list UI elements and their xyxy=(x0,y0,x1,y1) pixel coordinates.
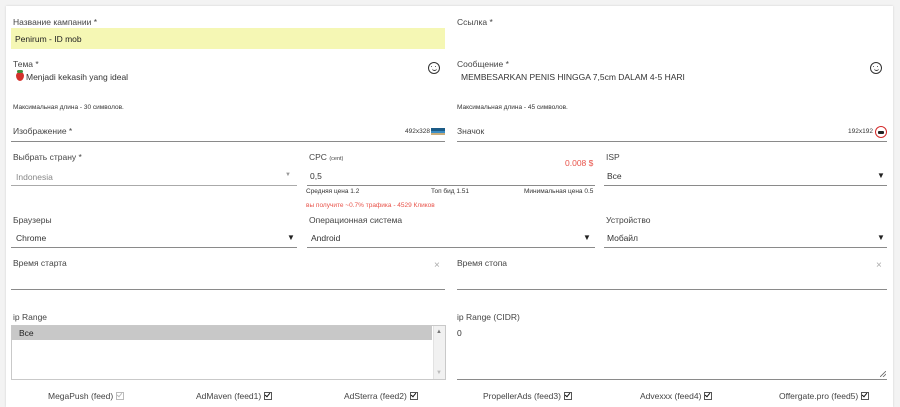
isp-value: Все xyxy=(607,171,622,181)
browsers-label: Браузеры xyxy=(13,215,52,225)
message-hint: Максимальная длина - 45 символов. xyxy=(457,104,568,111)
device-value: Мобайл xyxy=(607,233,639,243)
feed-label: AdSterra (feed2) xyxy=(344,391,407,401)
feed-advexxx[interactable]: Advexxx (feed4) xyxy=(640,391,713,401)
message-value: MEMBESARKAN PENIS HINGGA 7,5cm DALAM 4-5… xyxy=(461,72,685,82)
scroll-down-icon[interactable]: ▼ xyxy=(436,370,442,376)
close-icon[interactable]: × xyxy=(434,260,440,271)
topic-label: Тема * xyxy=(13,59,39,69)
ip-range-label: ip Range xyxy=(13,312,48,322)
scrollbar[interactable]: ▲ ▼ xyxy=(433,326,445,379)
cpc-label: CPC (cent) xyxy=(309,152,343,162)
smiley-face-icon[interactable] xyxy=(428,62,440,74)
triangle-down-icon: ▼ xyxy=(877,171,885,180)
feed-propellerads[interactable]: PropellerAds (feed3) xyxy=(483,391,572,401)
os-select[interactable]: Android ▼ xyxy=(307,230,595,246)
topic-value: Menjadi kekasih yang ideal xyxy=(26,72,129,82)
checkbox[interactable] xyxy=(409,391,418,400)
campaign-name-value: Penirum - ID mob xyxy=(15,34,82,44)
campaign-name-label: Название кампании * xyxy=(13,17,98,27)
device-select[interactable]: Мобайл ▼ xyxy=(604,230,887,246)
icon-underline xyxy=(457,141,887,142)
triangle-down-icon: ▼ xyxy=(583,233,591,242)
stop-time-label: Время стопа xyxy=(457,258,508,268)
feed-offergate[interactable]: Offergate.pro (feed5) xyxy=(779,391,870,401)
message-input[interactable]: MEMBESARKAN PENIS HINGGA 7,5cm DALAM 4-5… xyxy=(457,70,857,86)
start-time-underline xyxy=(11,289,445,290)
feed-label: Advexxx (feed4) xyxy=(640,391,702,401)
feed-label: Offergate.pro (feed5) xyxy=(779,391,859,401)
ip-cidr-value: 0 xyxy=(457,328,462,338)
ip-cidr-textarea[interactable]: 0 xyxy=(457,325,887,380)
os-value: Android xyxy=(311,233,341,243)
cpc-label-text: CPC xyxy=(309,152,327,162)
checkbox[interactable] xyxy=(264,391,273,400)
cpc-top-bid: Топ бид 1.51 xyxy=(431,188,470,195)
smiley-face-icon[interactable] xyxy=(870,62,882,74)
device-label: Устройство xyxy=(606,215,651,225)
triangle-down-icon: ▼ xyxy=(285,172,291,178)
cpc-value: 0,5 xyxy=(310,171,322,181)
isp-select[interactable]: Все ▼ xyxy=(604,168,887,184)
cpc-unit: (cent) xyxy=(329,156,344,162)
triangle-down-icon: ▼ xyxy=(287,233,295,242)
cpc-estimate: вы получите ~0.7% трафика - 4529 Кликов xyxy=(306,202,435,209)
topic-hint: Максимальная длина - 30 символов. xyxy=(13,104,124,111)
scroll-up-icon[interactable]: ▲ xyxy=(436,329,442,335)
link-input[interactable] xyxy=(457,30,887,48)
checkbox[interactable] xyxy=(116,391,125,400)
icon-size: 192x192 xyxy=(848,128,873,135)
campaign-form: Название кампании * Penirum - ID mob Ссы… xyxy=(6,6,893,407)
isp-underline xyxy=(604,185,887,186)
image-underline xyxy=(11,141,445,142)
feed-adsterra[interactable]: AdSterra (feed2) xyxy=(344,391,418,401)
isp-label: ISP xyxy=(606,152,620,162)
cpc-underline xyxy=(307,185,595,186)
browsers-select[interactable]: Chrome ▼ xyxy=(11,230,297,246)
country-value: Indonesia xyxy=(16,172,53,182)
triangle-down-icon: ▼ xyxy=(877,233,885,242)
ip-range-listbox[interactable]: Все ▲ ▼ xyxy=(11,325,446,380)
checkbox[interactable] xyxy=(563,391,572,400)
country-underline xyxy=(11,185,297,186)
cpc-min-price: Минимальная цена 0.5 xyxy=(524,188,594,195)
stop-time-underline xyxy=(457,289,887,290)
checkbox[interactable] xyxy=(861,391,870,400)
cpc-avg: Средняя цена 1.2 xyxy=(306,188,360,195)
cpc-input[interactable]: 0,5 xyxy=(307,170,595,184)
os-label: Операционная система xyxy=(309,215,403,225)
feed-megapush[interactable]: MegaPush (feed) xyxy=(48,391,125,401)
ip-cidr-label: ip Range (CIDR) xyxy=(457,312,520,322)
strawberry-leaf-icon xyxy=(17,70,23,73)
feed-label: AdMaven (feed1) xyxy=(196,391,262,401)
cpc-price: 0.008 $ xyxy=(565,158,594,168)
feed-admaven[interactable]: AdMaven (feed1) xyxy=(196,391,273,401)
feed-label: MegaPush (feed) xyxy=(48,391,114,401)
country-select[interactable]: Indonesia ▼ xyxy=(11,168,297,184)
os-underline xyxy=(307,247,595,248)
strawberry-icon xyxy=(16,72,24,81)
start-time-label: Время старта xyxy=(13,258,67,268)
close-icon[interactable]: × xyxy=(876,260,882,271)
image-size: 492x328 xyxy=(405,128,430,135)
link-label: Ссылка * xyxy=(457,17,493,27)
resize-handle-icon[interactable] xyxy=(880,371,886,377)
ip-range-option[interactable]: Все xyxy=(12,326,432,340)
browsers-underline xyxy=(11,247,297,248)
start-time-input[interactable] xyxy=(11,270,445,288)
image-thumbnail-icon[interactable] xyxy=(431,128,445,135)
campaign-name-input[interactable]: Penirum - ID mob xyxy=(11,28,445,49)
checkbox[interactable] xyxy=(704,391,713,400)
icon-thumbnail-icon[interactable] xyxy=(875,126,887,138)
topic-input[interactable]: Menjadi kekasih yang ideal xyxy=(13,70,408,86)
icon-label: Значок xyxy=(457,126,485,136)
stop-time-input[interactable] xyxy=(457,270,887,288)
message-label: Сообщение * xyxy=(457,59,509,69)
feed-label: PropellerAds (feed3) xyxy=(483,391,561,401)
device-underline xyxy=(604,247,887,248)
image-label: Изображение * xyxy=(13,126,73,136)
country-label: Выбрать страну * xyxy=(13,152,82,162)
browsers-value: Chrome xyxy=(16,233,47,243)
